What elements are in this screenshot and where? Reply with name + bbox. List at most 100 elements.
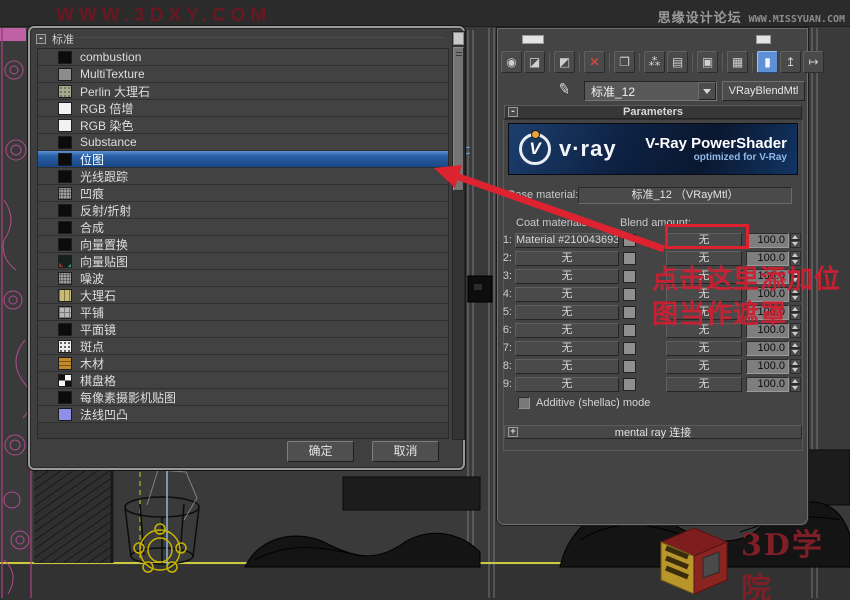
ok-button[interactable]: 确定: [287, 441, 354, 462]
list-item[interactable]: 平面镜: [38, 321, 448, 338]
make-unique-icon[interactable]: ⁂: [644, 51, 665, 73]
material-type-button[interactable]: VRayBlendMtl: [722, 81, 805, 101]
blend-mask-button[interactable]: 无: [666, 359, 742, 374]
collapse-toggle-icon[interactable]: -: [36, 34, 46, 44]
put-material-to-scene-icon[interactable]: ◪: [524, 51, 545, 73]
show-end-result-icon[interactable]: ▮: [757, 51, 778, 73]
list-item[interactable]: 向量贴图: [38, 253, 448, 270]
list-item[interactable]: 合成: [38, 219, 448, 236]
list-item[interactable]: 向量置换: [38, 236, 448, 253]
dropdown-arrow-icon[interactable]: [698, 82, 716, 100]
blend-color-swatch[interactable]: [623, 252, 636, 265]
coat-material-button[interactable]: 无: [515, 377, 619, 392]
blend-amount-field[interactable]: 100.0: [746, 377, 789, 392]
blend-color-swatch[interactable]: [623, 270, 636, 283]
go-forward-to-sibling-icon[interactable]: ↦: [803, 51, 824, 73]
list-item[interactable]: 平铺: [38, 304, 448, 321]
assign-material-to-selection-icon[interactable]: ◩: [554, 51, 575, 73]
blend-amount-field[interactable]: 100.0: [746, 359, 789, 374]
list-item[interactable]: Perlin 大理石: [38, 83, 448, 100]
list-item[interactable]: 木材: [38, 355, 448, 372]
map-type-swatch: [58, 374, 72, 387]
cancel-button[interactable]: 取消: [372, 441, 439, 462]
list-item[interactable]: 光线跟踪: [38, 168, 448, 185]
map-type-swatch: [58, 357, 72, 370]
spinner-down-icon[interactable]: [790, 384, 801, 392]
annotation-text: 点击这里添加位 图当作遮罩: [652, 263, 841, 333]
spinner-up-icon[interactable]: [790, 359, 801, 367]
additive-mode-checkbox[interactable]: [518, 397, 530, 409]
spinner-up-icon[interactable]: [790, 251, 801, 259]
scrollbar-cap[interactable]: [453, 32, 464, 45]
blend-amount-spinner[interactable]: [790, 377, 801, 392]
coat-material-button[interactable]: 无: [515, 341, 619, 356]
go-to-parent-icon[interactable]: ↥: [780, 51, 801, 73]
parameters-rollout-header[interactable]: - Parameters: [504, 105, 802, 119]
list-item[interactable]: 反射/折射: [38, 202, 448, 219]
show-map-in-viewport-icon[interactable]: ▦: [727, 51, 748, 73]
spinner-up-icon[interactable]: [790, 233, 801, 241]
rollout-expand-icon[interactable]: +: [508, 427, 518, 437]
blend-color-swatch[interactable]: [623, 360, 636, 373]
coat-material-button[interactable]: 无: [515, 269, 619, 284]
list-item[interactable]: 大理石: [38, 287, 448, 304]
reset-map-mtl-icon[interactable]: ✕: [584, 51, 605, 73]
make-material-copy-icon[interactable]: ❐: [614, 51, 635, 73]
list-item[interactable]: 每像素摄影机贴图: [38, 389, 448, 406]
spinner-down-icon[interactable]: [790, 348, 801, 356]
scrollbar-thumb[interactable]: [453, 47, 464, 191]
map-type-label: combustion: [80, 50, 141, 64]
coat-material-button[interactable]: 无: [515, 305, 619, 320]
spinner-down-icon[interactable]: [790, 240, 801, 248]
blend-amount-spinner[interactable]: [790, 233, 801, 248]
get-material-icon[interactable]: ◉: [501, 51, 522, 73]
spinner-up-icon[interactable]: [790, 377, 801, 385]
put-to-library-icon[interactable]: ▤: [667, 51, 688, 73]
list-item[interactable]: 斑点: [38, 338, 448, 355]
coat-material-button[interactable]: 无: [515, 359, 619, 374]
map-type-swatch: [58, 68, 72, 81]
blend-color-swatch[interactable]: [623, 378, 636, 391]
mental-ray-rollout-header[interactable]: + mental ray 连接: [504, 425, 802, 439]
blend-color-swatch[interactable]: [623, 324, 636, 337]
list-item[interactable]: 凹痕: [38, 185, 448, 202]
coat-material-button[interactable]: 无: [515, 251, 619, 266]
blend-amount-spinner[interactable]: [790, 341, 801, 356]
pink-ornament-wireframe: [0, 28, 32, 598]
list-item[interactable]: MultiTexture: [38, 66, 448, 83]
coat-material-row: 8:无无100.0: [498, 357, 807, 375]
list-item[interactable]: 噪波: [38, 270, 448, 287]
blend-color-swatch[interactable]: [623, 288, 636, 301]
blend-color-swatch[interactable]: [623, 306, 636, 319]
list-item[interactable]: 法线凹凸: [38, 406, 448, 423]
list-item[interactable]: combustion: [38, 49, 448, 66]
spinner-down-icon[interactable]: [790, 366, 801, 374]
watermark-top-right: 思缘设计论坛 WWW.MISSYUAN.COM: [658, 7, 845, 26]
list-scrollbar[interactable]: [452, 31, 465, 440]
rollout-collapse-icon[interactable]: -: [508, 107, 518, 117]
coat-material-button[interactable]: 无: [515, 287, 619, 302]
coat-material-button[interactable]: Material #2100436935: [515, 233, 619, 248]
material-id-channel-icon[interactable]: ▣: [697, 51, 718, 73]
list-item[interactable]: Substance: [38, 134, 448, 151]
blend-amount-field[interactable]: 100.0: [746, 233, 789, 248]
blend-color-swatch[interactable]: [623, 342, 636, 355]
list-item[interactable]: 位图: [38, 151, 448, 168]
blend-mask-button[interactable]: 无: [666, 341, 742, 356]
blend-amount-field[interactable]: 100.0: [746, 341, 789, 356]
group-header-standard[interactable]: - 标准: [36, 32, 74, 46]
spinner-up-icon[interactable]: [790, 341, 801, 349]
list-item[interactable]: RGB 染色: [38, 117, 448, 134]
list-item[interactable]: 棋盘格: [38, 372, 448, 389]
material-name-dropdown[interactable]: 标准_12: [584, 81, 717, 101]
blend-amount-spinner[interactable]: [790, 359, 801, 374]
rollout-title: Parameters: [505, 106, 801, 118]
pick-material-eyedropper-icon[interactable]: ✎: [557, 79, 573, 99]
list-item[interactable]: RGB 倍增: [38, 100, 448, 117]
map-type-label: 合成: [80, 219, 104, 236]
map-type-label: 噪波: [80, 270, 104, 287]
blend-mask-button[interactable]: 无: [666, 377, 742, 392]
blend-color-swatch[interactable]: [623, 234, 636, 247]
base-material-button[interactable]: 标准_12 （VRayMtl）: [578, 187, 792, 204]
coat-material-button[interactable]: 无: [515, 323, 619, 338]
